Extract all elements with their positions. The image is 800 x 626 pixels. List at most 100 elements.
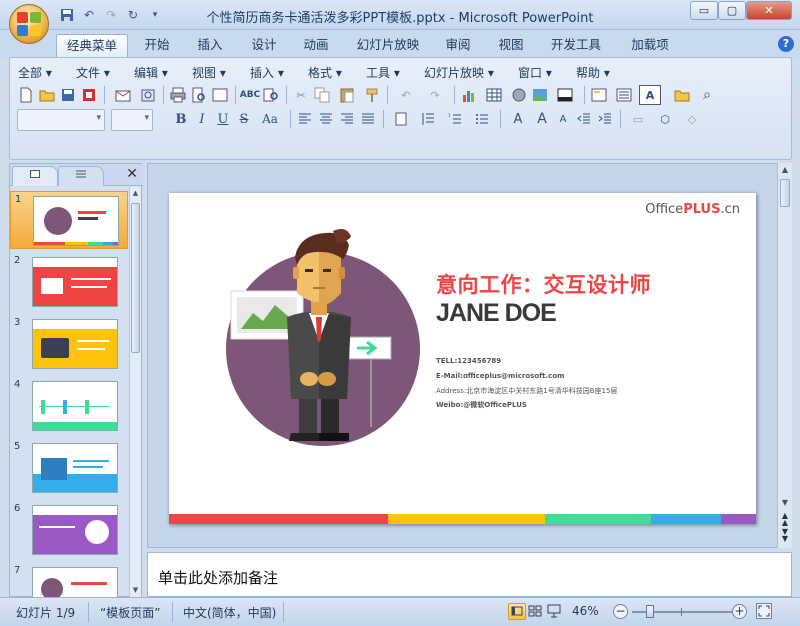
change-case-button[interactable]: Aa xyxy=(255,109,285,129)
tab-classic-menu[interactable]: 经典菜单 xyxy=(56,34,128,58)
slide-thumbnail[interactable]: 6 xyxy=(10,501,128,559)
save-icon[interactable] xyxy=(58,6,76,24)
print-icon[interactable] xyxy=(168,85,188,105)
zoom-slider[interactable] xyxy=(632,605,732,618)
menu-all[interactable]: 全部 ▾ xyxy=(18,64,76,80)
tab-insert[interactable]: 插入 xyxy=(190,34,230,58)
tab-review[interactable]: 审阅 xyxy=(438,34,478,58)
slideshow-button[interactable] xyxy=(546,603,564,620)
tab-slideshow[interactable]: 幻灯片放映 xyxy=(352,34,424,58)
tab-animation[interactable]: 动画 xyxy=(296,34,336,58)
next-slide-icon[interactable]: ▼ ▼ xyxy=(780,528,790,543)
menu-slideshow[interactable]: 幻灯片放映 ▾ xyxy=(424,64,518,80)
copy-icon[interactable] xyxy=(312,85,332,105)
bullets-icon[interactable] xyxy=(469,109,495,129)
slide-thumbnail[interactable]: 3 xyxy=(10,315,128,373)
page-setup-icon[interactable] xyxy=(210,85,230,105)
slide-layout-icon[interactable] xyxy=(610,85,638,105)
notes-pane[interactable]: 单击此处添加备注 xyxy=(147,552,792,597)
menu-tools[interactable]: 工具 ▾ xyxy=(366,64,424,80)
menu-format[interactable]: 格式 ▾ xyxy=(308,64,366,80)
align-center-icon[interactable] xyxy=(316,109,336,129)
font-color-icon[interactable]: A xyxy=(639,85,661,105)
align-left-icon[interactable] xyxy=(295,109,315,129)
customize-qat-icon[interactable]: ▾ xyxy=(146,6,164,24)
undo-icon[interactable]: ↶ xyxy=(392,85,420,105)
redo-icon[interactable]: ↷ xyxy=(421,85,449,105)
open-folder-icon[interactable] xyxy=(37,85,57,105)
decrease-font-icon[interactable]: A xyxy=(553,109,573,129)
line-spacing-icon[interactable] xyxy=(415,109,441,129)
insert-table-icon[interactable] xyxy=(480,85,508,105)
notes-placeholder[interactable]: 单击此处添加备注 xyxy=(158,567,278,588)
tab-home[interactable]: 开始 xyxy=(137,34,177,58)
zoom-level[interactable]: 46% xyxy=(572,604,599,618)
menu-insert[interactable]: 插入 ▾ xyxy=(250,64,308,80)
find-icon[interactable]: ⌕ xyxy=(697,85,717,105)
slide-thumbnail[interactable]: 5 xyxy=(10,439,128,497)
maximize-button[interactable]: ▢ xyxy=(718,1,746,20)
close-button[interactable]: ✕ xyxy=(746,1,792,20)
permission-icon[interactable] xyxy=(79,85,99,105)
tab-developer[interactable]: 开发工具 xyxy=(544,34,608,58)
print-preview-icon[interactable] xyxy=(189,85,209,105)
menu-edit[interactable]: 编辑 ▾ xyxy=(134,64,192,80)
slide-thumbnail[interactable]: 4 xyxy=(10,377,128,435)
normal-view-button[interactable] xyxy=(508,603,526,620)
strikethrough-button[interactable]: S xyxy=(234,109,254,129)
insert-clipart-icon[interactable] xyxy=(509,85,529,105)
increase-indent-icon[interactable] xyxy=(595,109,615,129)
current-slide[interactable]: OfficePLUS.cn 意向工作：交互设计师 JANE DOE TELL:1… xyxy=(169,193,756,524)
font-name-combo[interactable] xyxy=(17,109,105,131)
new-document-icon[interactable] xyxy=(16,85,36,105)
align-right-icon[interactable] xyxy=(337,109,357,129)
zoom-out-button[interactable]: − xyxy=(613,604,628,619)
italic-button[interactable]: I xyxy=(192,109,212,129)
slide-design-icon[interactable] xyxy=(668,85,696,105)
slide-thumbnail[interactable]: 2 xyxy=(10,253,128,311)
font-color-button[interactable]: A xyxy=(505,109,531,129)
format-painter-icon[interactable] xyxy=(362,85,382,105)
undo-icon[interactable]: ↶ xyxy=(80,6,98,24)
publish-icon[interactable] xyxy=(138,85,158,105)
close-panel-icon[interactable]: ✕ xyxy=(126,166,138,182)
tab-addins[interactable]: 加载项 xyxy=(624,34,676,58)
email-icon[interactable] xyxy=(109,85,137,105)
zoom-in-button[interactable]: + xyxy=(732,604,747,619)
font-size-combo[interactable] xyxy=(111,109,153,131)
help-icon[interactable]: ? xyxy=(778,36,794,52)
scroll-thumb[interactable] xyxy=(780,179,790,207)
fit-to-window-button[interactable] xyxy=(756,603,772,619)
insert-chart-icon[interactable] xyxy=(459,85,479,105)
save-icon[interactable] xyxy=(58,85,78,105)
slide-thumbnail[interactable]: 7 xyxy=(10,563,128,597)
slide-thumbnail[interactable]: 1 xyxy=(10,191,128,249)
text-direction-icon[interactable] xyxy=(388,109,414,129)
thumbnails-scrollbar[interactable]: ▲ ▼ xyxy=(129,187,141,597)
bold-button[interactable]: B xyxy=(171,109,191,129)
slide-sorter-button[interactable] xyxy=(527,603,545,620)
shapes-icon[interactable]: ▭ xyxy=(625,109,651,129)
scroll-thumb[interactable] xyxy=(131,203,140,353)
menu-view[interactable]: 视图 ▾ xyxy=(192,64,250,80)
menu-file[interactable]: 文件 ▾ xyxy=(76,64,134,80)
tab-design[interactable]: 设计 xyxy=(244,34,284,58)
numbering-icon[interactable]: 1 xyxy=(442,109,468,129)
decrease-indent-icon[interactable] xyxy=(574,109,594,129)
minimize-button[interactable]: ▭ xyxy=(690,1,718,20)
increase-font-icon[interactable]: A xyxy=(532,109,552,129)
theme-name[interactable]: “模板页面” xyxy=(100,604,160,621)
tab-view[interactable]: 视图 xyxy=(491,34,531,58)
insert-textbox-icon[interactable] xyxy=(551,85,579,105)
editor-scrollbar[interactable]: ▲ ▼ ▲ ▲ ▼ ▼ xyxy=(777,163,792,548)
new-slide-icon[interactable] xyxy=(589,85,609,105)
repeat-icon[interactable]: ↻ xyxy=(124,6,142,24)
cut-icon[interactable]: ✂ xyxy=(291,85,311,105)
previous-slide-icon[interactable]: ▲ ▲ xyxy=(780,512,790,527)
redo-icon[interactable]: ↷ xyxy=(102,6,120,24)
shape-fill-icon[interactable]: ◇ xyxy=(679,109,705,129)
zoom-slider-thumb[interactable] xyxy=(646,605,654,618)
office-button[interactable] xyxy=(9,4,49,44)
outline-tab[interactable] xyxy=(58,166,104,186)
menu-window[interactable]: 窗口 ▾ xyxy=(518,64,576,80)
